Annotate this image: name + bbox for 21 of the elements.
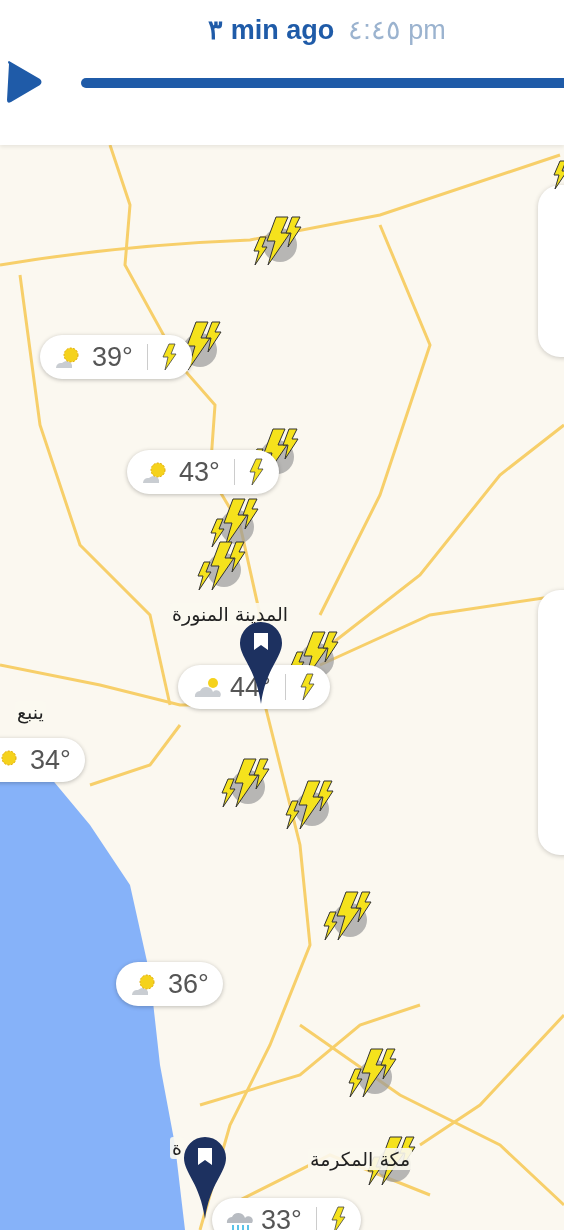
play-button[interactable] <box>5 60 43 106</box>
weather-chip[interactable]: 43° <box>127 450 279 494</box>
temperature: 43° <box>179 456 220 488</box>
weather-chip[interactable]: 34° <box>0 738 85 782</box>
temperature: 36° <box>168 968 209 1000</box>
clock-time: ٤:٤٥ pm <box>348 14 446 46</box>
temperature: 39° <box>92 341 133 373</box>
play-icon <box>5 60 43 104</box>
place-label: المدينة المنورة <box>170 603 290 625</box>
lightning-icon <box>248 458 265 486</box>
temperature: 34° <box>30 744 71 776</box>
place-label: مكة المكرمة <box>308 1148 413 1170</box>
weather-chip[interactable]: 36° <box>116 962 223 1006</box>
lightning-icon <box>330 1206 347 1230</box>
relative-time: ٣ min ago <box>208 14 335 46</box>
weather-chip[interactable]: 39° <box>40 335 192 379</box>
lightning-icon <box>299 673 316 701</box>
temperature: 33° <box>261 1204 302 1230</box>
place-label: ة <box>170 1137 184 1159</box>
lightning-icon <box>161 343 178 371</box>
weather-chip[interactable]: 33° <box>212 1198 361 1230</box>
